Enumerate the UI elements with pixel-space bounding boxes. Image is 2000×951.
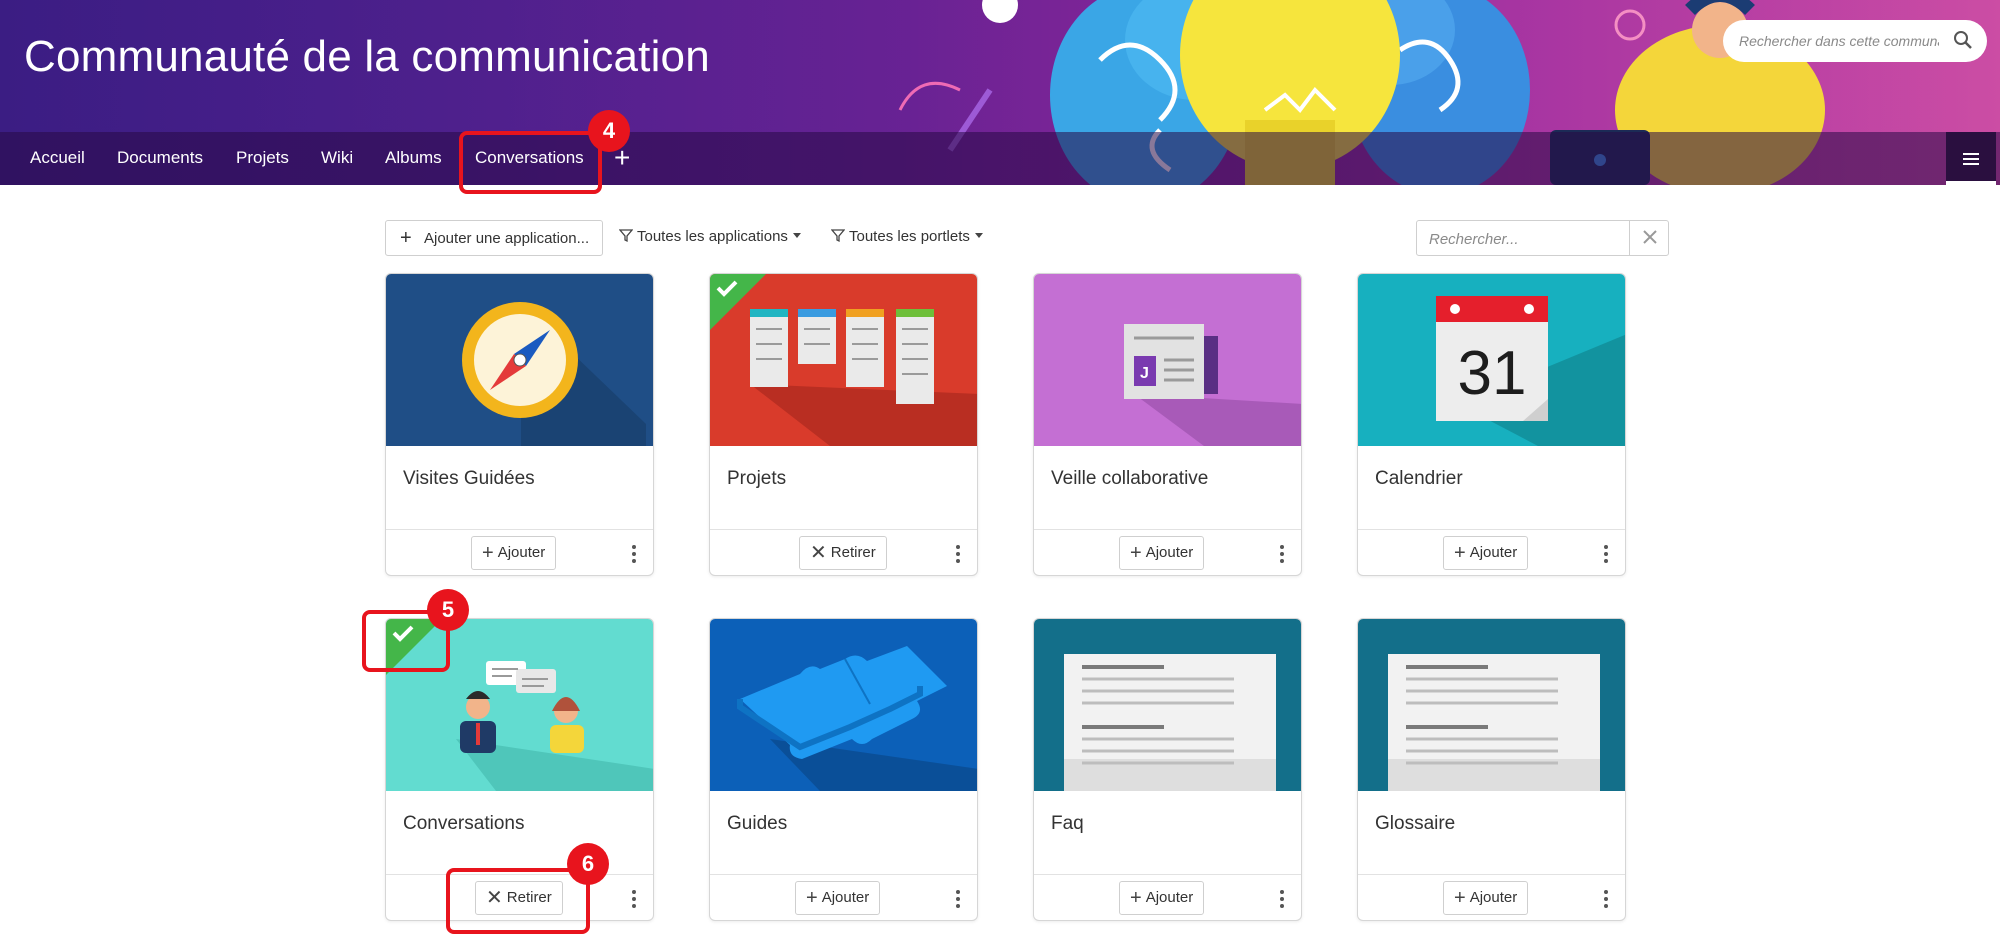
card-title: Glossaire — [1375, 813, 1456, 834]
plus-icon: + — [1130, 887, 1142, 909]
app-card-calendrier: 31 Calendrier + Ajouter — [1357, 273, 1626, 576]
app-card-glossaire: Glossaire + Ajouter — [1357, 618, 1626, 921]
tab-projets[interactable]: Projets — [236, 148, 289, 168]
calendar-day: 31 — [1458, 339, 1527, 408]
plus-icon: + — [1454, 887, 1466, 909]
card-title: Visites Guidées — [403, 468, 535, 489]
clear-search-button[interactable] — [1629, 220, 1669, 256]
document-image — [1034, 619, 1301, 791]
close-icon — [1643, 230, 1657, 244]
tab-accueil[interactable]: Accueil — [30, 148, 85, 168]
card-footer: + Ajouter — [1034, 529, 1301, 575]
step-badge-4: 4 — [588, 110, 630, 152]
app-card-visites-guidees: Visites Guidées + Ajouter — [385, 273, 654, 576]
app-search-input[interactable] — [1429, 229, 1619, 249]
more-options-icon[interactable] — [955, 543, 961, 565]
card-title: Veille collaborative — [1051, 468, 1209, 489]
caret-down-icon — [792, 233, 801, 238]
card-title: Guides — [727, 813, 788, 834]
header-search[interactable] — [1723, 20, 1987, 62]
add-button[interactable]: + Ajouter — [1443, 536, 1529, 570]
tab-albums[interactable]: Albums — [385, 148, 442, 168]
add-button[interactable]: + Ajouter — [1119, 881, 1205, 915]
highlight-conversations-tab — [459, 131, 602, 194]
plus-icon: + — [400, 227, 412, 249]
add-button[interactable]: + Ajouter — [1119, 536, 1205, 570]
filter-icon — [831, 229, 845, 243]
site-header: Communauté de la communication Accueil D… — [0, 0, 2000, 185]
svg-text:J: J — [1140, 365, 1149, 382]
card-footer: + Ajouter — [710, 874, 977, 920]
header-search-input[interactable] — [1739, 30, 1939, 52]
newsletter-image: J — [1034, 274, 1301, 446]
plus-icon: + — [1130, 542, 1142, 564]
plus-icon: + — [806, 887, 818, 909]
add-button[interactable]: + Ajouter — [795, 881, 881, 915]
more-options-icon[interactable] — [631, 888, 637, 910]
highlight-remove-button — [446, 868, 590, 934]
card-title: Projets — [727, 468, 787, 489]
app-card-guides: Guides + Ajouter — [709, 618, 978, 921]
more-options-icon[interactable] — [1279, 543, 1285, 565]
community-nav: Accueil Documents Projets Wiki Albums Co… — [0, 132, 2000, 185]
add-button[interactable]: + Ajouter — [471, 536, 557, 570]
add-application-button[interactable]: + Ajouter une application... — [385, 220, 603, 256]
compass-image — [386, 274, 653, 446]
remove-button[interactable]: ✕ Retirer — [799, 536, 887, 570]
step-badge-6: 6 — [567, 843, 609, 885]
card-title: Conversations — [403, 813, 525, 834]
menu-active-indicator — [1946, 181, 1996, 185]
app-card-faq: Faq + Ajouter — [1033, 618, 1302, 921]
filter-portlets-dropdown[interactable]: Toutes les portlets — [831, 228, 983, 245]
calendar-image: 31 — [1358, 274, 1625, 446]
close-icon: ✕ — [810, 542, 827, 564]
tab-documents[interactable]: Documents — [117, 148, 203, 168]
more-options-icon[interactable] — [1279, 888, 1285, 910]
card-footer: + Ajouter — [1358, 529, 1625, 575]
more-options-icon[interactable] — [1603, 543, 1609, 565]
kanban-board-image — [710, 274, 977, 446]
card-footer: ✕ Retirer — [710, 529, 977, 575]
caret-down-icon — [974, 233, 983, 238]
search-icon[interactable] — [1953, 30, 1973, 55]
add-button[interactable]: + Ajouter — [1443, 881, 1529, 915]
plus-icon: + — [482, 542, 494, 564]
menu-button[interactable] — [1946, 132, 1996, 185]
app-card-veille-collaborative: J Veille collaborative + Ajouter — [1033, 273, 1302, 576]
filter-applications-dropdown[interactable]: Toutes les applications — [619, 228, 801, 245]
tab-wiki[interactable]: Wiki — [321, 148, 353, 168]
puzzle-image — [710, 619, 977, 791]
app-search[interactable] — [1416, 220, 1630, 256]
card-footer: + Ajouter — [1034, 874, 1301, 920]
step-badge-5: 5 — [427, 589, 469, 631]
filter-icon — [619, 229, 633, 243]
site-title: Communauté de la communication — [24, 32, 710, 81]
card-footer: + Ajouter — [386, 529, 653, 575]
more-options-icon[interactable] — [631, 543, 637, 565]
app-card-projets: Projets ✕ Retirer — [709, 273, 978, 576]
hamburger-icon — [1963, 153, 1979, 165]
check-icon — [716, 280, 738, 297]
plus-icon: + — [1454, 542, 1466, 564]
card-title: Faq — [1051, 813, 1084, 834]
card-footer: + Ajouter — [1358, 874, 1625, 920]
more-options-icon[interactable] — [955, 888, 961, 910]
card-title: Calendrier — [1375, 468, 1463, 489]
more-options-icon[interactable] — [1603, 888, 1609, 910]
document-image — [1358, 619, 1625, 791]
